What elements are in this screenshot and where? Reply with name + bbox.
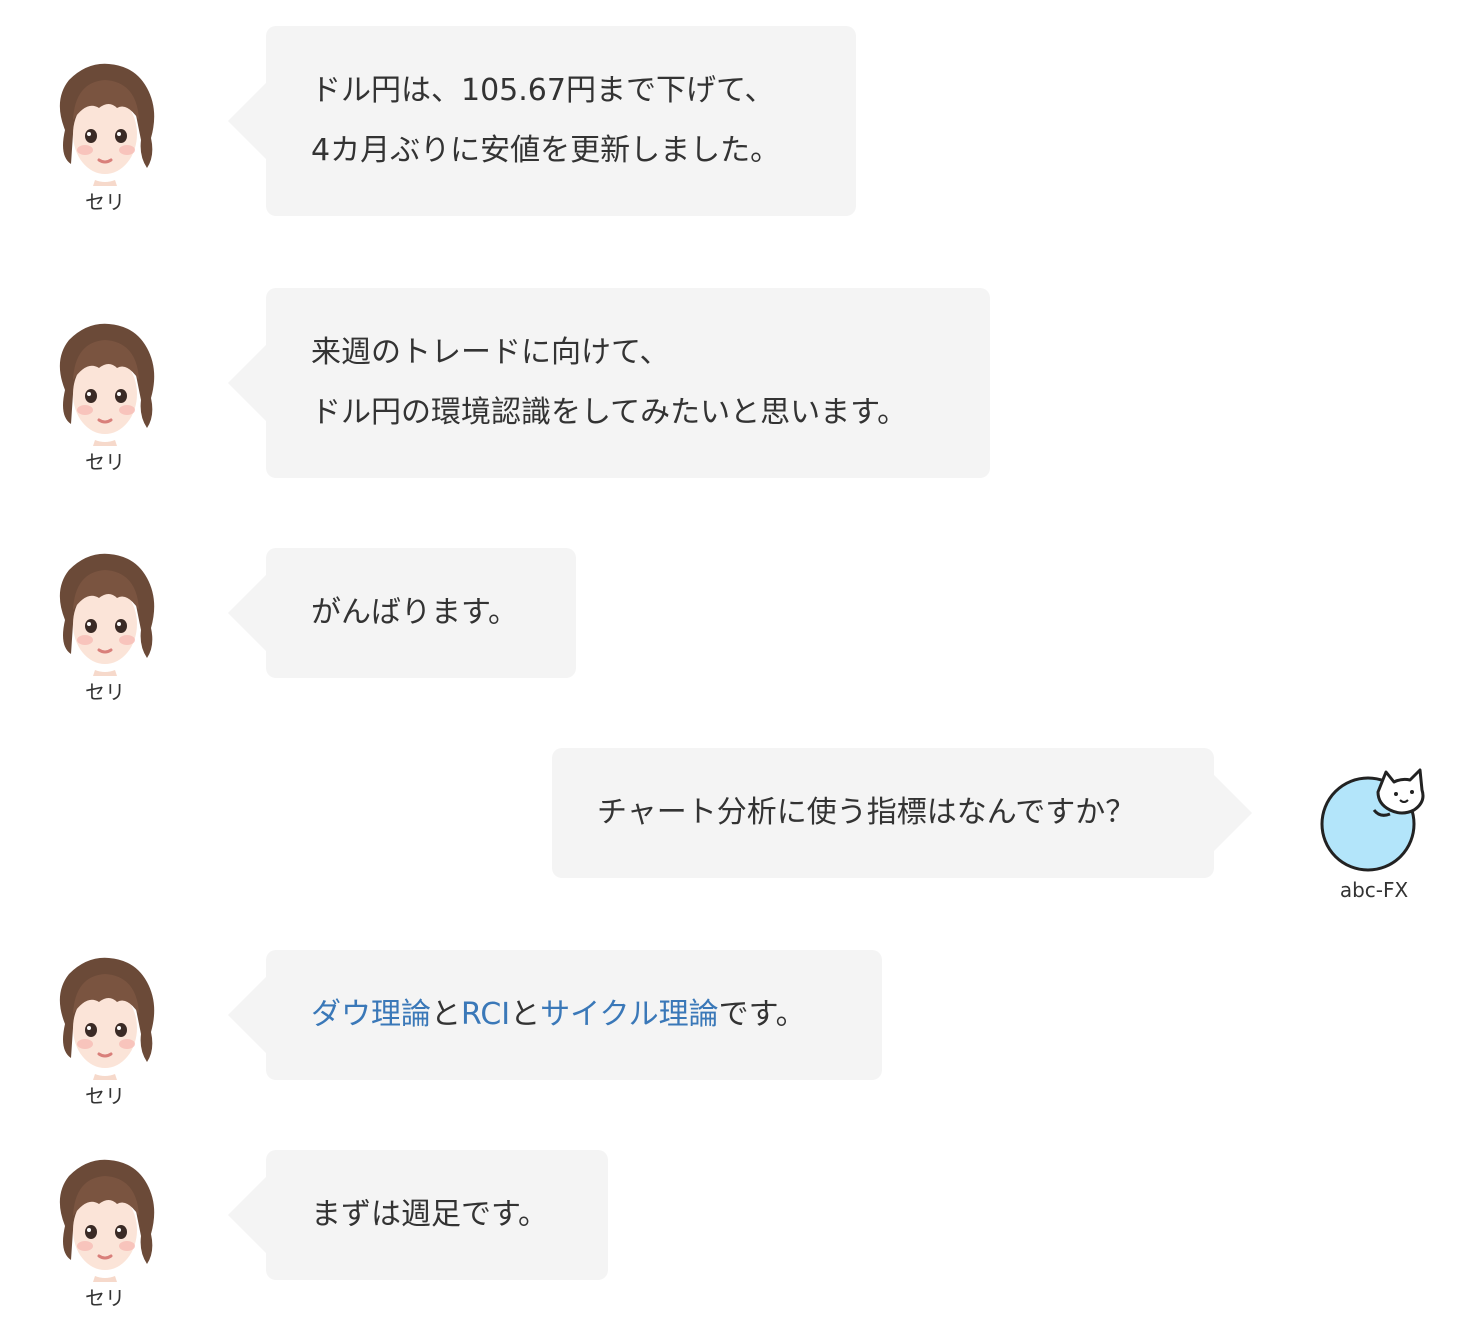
message-bubble: まずは週足です。: [228, 1150, 608, 1280]
message-line: ダウ理論とRCIとサイクル理論です。: [311, 985, 837, 1045]
speaker-name: セリ: [85, 1084, 125, 1108]
speaker-user: abc-FX: [1314, 758, 1434, 902]
message-line: 4カ月ぶりに安値を更新しました。: [311, 133, 781, 168]
message-text: と: [510, 997, 541, 1032]
message-row: セリ 来週のトレードに向けて、 ドル円の環境認識をしてみたいと思います。: [0, 288, 1466, 488]
message-bubble: ダウ理論とRCIとサイクル理論です。: [228, 950, 882, 1080]
message-row: セリ まずは週足です。: [0, 1150, 1466, 1320]
speaker-name: セリ: [85, 450, 125, 474]
girl-avatar-icon: [47, 60, 163, 186]
speaker-seri: セリ: [45, 550, 165, 704]
speaker-name: abc-FX: [1339, 878, 1409, 902]
message-text: です。: [718, 997, 806, 1032]
message-row: チャート分析に使う指標はなんですか？ abc-FX: [0, 748, 1466, 918]
message-bubble: ドル円は、105.67円まで下げて、 4カ月ぶりに安値を更新しました。: [228, 26, 856, 216]
message-line: ドル円は、105.67円まで下げて、: [311, 73, 775, 108]
message-row: セリ ダウ理論とRCIとサイクル理論です。: [0, 950, 1466, 1120]
message-line: ドル円の環境認識をしてみたいと思います。: [311, 395, 908, 430]
speaker-seri: セリ: [45, 320, 165, 474]
message-bubble: がんばります。: [228, 548, 576, 678]
speaker-name: セリ: [85, 1286, 125, 1310]
keyword-link-dow-theory[interactable]: ダウ理論: [311, 997, 431, 1032]
message-bubble: 来週のトレードに向けて、 ドル円の環境認識をしてみたいと思います。: [228, 288, 990, 478]
message-row: セリ がんばります。: [0, 548, 1466, 718]
message-line: まずは週足です。: [311, 1197, 548, 1232]
girl-avatar-icon: [47, 550, 163, 676]
girl-avatar-icon: [47, 954, 163, 1080]
speaker-name: セリ: [85, 190, 125, 214]
girl-avatar-icon: [47, 320, 163, 446]
keyword-link-rci[interactable]: RCI: [461, 997, 510, 1032]
message-line: がんばります。: [311, 595, 518, 630]
girl-avatar-icon: [47, 1156, 163, 1282]
speaker-name: セリ: [85, 680, 125, 704]
keyword-link-cycle-theory[interactable]: サイクル理論: [540, 997, 719, 1032]
message-line: 来週のトレードに向けて、: [311, 335, 670, 370]
speaker-seri: セリ: [45, 1156, 165, 1310]
speaker-seri: セリ: [45, 954, 165, 1108]
chat-thread: セリ ドル円は、105.67円まで下げて、 4カ月ぶりに安値を更新しました。 セ…: [0, 0, 1466, 1336]
message-line: チャート分析に使う指標はなんですか？: [597, 795, 1136, 830]
speaker-seri: セリ: [45, 60, 165, 214]
message-bubble: チャート分析に使う指標はなんですか？: [552, 748, 1252, 878]
message-text: と: [431, 997, 461, 1032]
message-row: セリ ドル円は、105.67円まで下げて、 4カ月ぶりに安値を更新しました。: [0, 26, 1466, 226]
cat-avatar-icon: [1316, 758, 1432, 874]
